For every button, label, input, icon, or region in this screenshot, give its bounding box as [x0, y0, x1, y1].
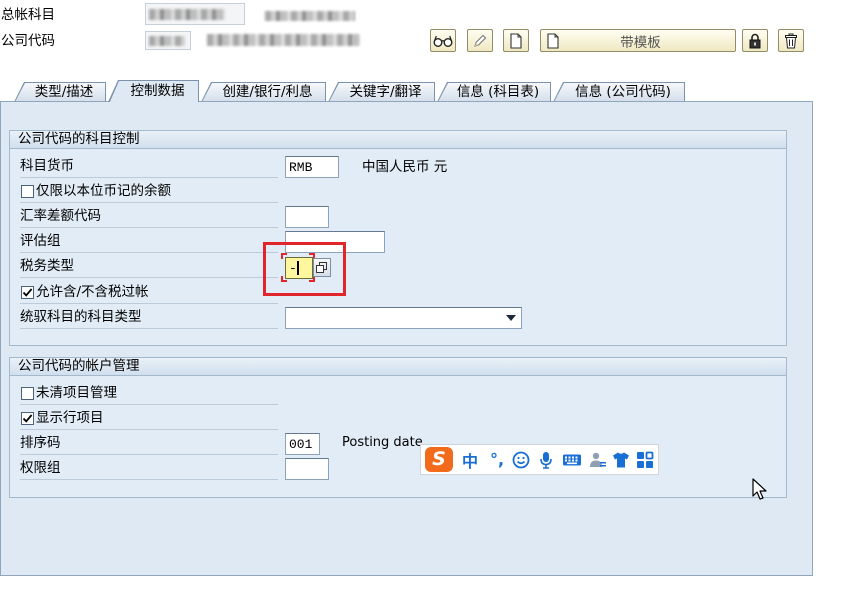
exchange-rate-diff-label: 汇率差额代码 [20, 206, 278, 228]
input-mode-label: 中 [461, 451, 478, 471]
mouse-cursor-icon [752, 478, 767, 500]
document-icon [547, 32, 559, 49]
delete-button[interactable] [778, 29, 804, 52]
tab-label: 信息 (公司代码) [575, 84, 671, 100]
account-button[interactable] [587, 445, 609, 474]
tax-category-label: 税务类型 [20, 256, 278, 278]
authorization-group-label: 权限组 [20, 458, 278, 480]
ime-toolbar: S 中 °, [420, 444, 659, 475]
grid-icon [637, 451, 654, 468]
highlight-annotation [263, 242, 346, 296]
sort-key-label: 排序码 [20, 433, 278, 455]
lock-button[interactable] [742, 29, 768, 52]
tab-info-company-code[interactable]: 信息 (公司代码) [553, 82, 685, 102]
recon-account-type-label: 统驭科目的科目类型 [20, 307, 278, 329]
chevron-down-icon [506, 315, 516, 321]
group-title: 公司代码的科目控制 [10, 131, 786, 149]
group-title: 公司代码的帐户管理 [10, 358, 786, 376]
skin-button[interactable] [610, 445, 632, 474]
trash-icon [785, 33, 797, 48]
line-item-display-label: 显示行项目 [36, 410, 104, 426]
company-code-field[interactable] [145, 31, 191, 50]
currency-input[interactable] [285, 156, 339, 178]
emoji-button[interactable] [510, 445, 532, 474]
currency-label: 科目货币 [20, 156, 278, 178]
authorization-group-input[interactable] [285, 458, 329, 480]
posting-without-tax-label: 允许含/不含税过帐 [36, 284, 149, 300]
local-currency-balances-row: 仅限以本位币记的余额 [20, 181, 278, 203]
punctuation-toggle[interactable]: °, [485, 445, 509, 474]
tab-label: 关键字/翻译 [349, 84, 422, 100]
shirt-icon [613, 452, 629, 467]
user-icon [590, 452, 606, 467]
gl-account-field[interactable] [145, 3, 245, 25]
tab-label: 信息 (科目表) [456, 84, 540, 100]
input-mode-toggle[interactable]: 中 [459, 445, 481, 474]
glasses-icon [433, 35, 453, 47]
tab-type-description[interactable]: 类型/描述 [14, 82, 106, 102]
sort-key-input[interactable] [285, 433, 320, 455]
punctuation-label: °, [489, 450, 505, 469]
currency-description: 中国人民币 元 [362, 159, 448, 175]
open-item-management-row: 未清项目管理 [20, 383, 278, 405]
keyboard-icon [563, 454, 581, 465]
with-template-button[interactable]: 带模板 [540, 29, 736, 52]
open-item-management-checkbox[interactable] [21, 387, 34, 400]
lock-icon [749, 33, 761, 48]
recon-account-type-select[interactable] [285, 307, 522, 329]
tab-info-chart-of-accounts[interactable]: 信息 (科目表) [437, 82, 551, 102]
edit-button[interactable] [467, 29, 493, 52]
redacted-value [149, 9, 225, 20]
create-button[interactable] [503, 29, 529, 52]
sort-key-description: Posting date [342, 435, 423, 450]
soft-keyboard-button[interactable] [560, 445, 584, 474]
account-management-group: 公司代码的帐户管理 未清项目管理 显示行项目 排序码 Posting date … [9, 357, 787, 498]
document-icon [510, 32, 522, 49]
valuation-group-label: 评估组 [20, 231, 278, 253]
gl-account-label: 总帐科目 [1, 7, 55, 23]
tab-keyword-translation[interactable]: 关键字/翻译 [328, 82, 435, 102]
local-currency-balances-checkbox[interactable] [21, 185, 34, 198]
redacted-value [265, 11, 355, 21]
microphone-icon [540, 451, 552, 469]
with-template-label: 带模板 [620, 34, 661, 51]
exchange-rate-diff-input[interactable] [285, 206, 329, 228]
redacted-value [149, 36, 185, 46]
display-change-button[interactable] [430, 29, 456, 52]
company-code-label: 公司代码 [1, 33, 55, 49]
posting-without-tax-checkbox[interactable] [21, 286, 34, 299]
line-item-display-row: 显示行项目 [20, 408, 278, 430]
pencil-icon [474, 34, 487, 47]
tab-label: 控制数据 [130, 83, 185, 99]
tab-create-bank-interest[interactable]: 创建/银行/利息 [201, 82, 326, 102]
voice-input-button[interactable] [536, 445, 556, 474]
tab-label: 创建/银行/利息 [222, 84, 313, 100]
tab-label: 类型/描述 [34, 84, 94, 100]
redacted-value [207, 34, 360, 46]
sogou-logo[interactable]: S [425, 447, 453, 472]
account-control-group: 公司代码的科目控制 科目货币 中国人民币 元 仅限以本位币记的余额 汇率差额代码… [9, 130, 787, 346]
line-item-display-checkbox[interactable] [21, 412, 34, 425]
tab-control-data[interactable]: 控制数据 [108, 80, 199, 104]
smiley-icon [512, 451, 530, 468]
open-item-management-label: 未清项目管理 [36, 385, 117, 401]
posting-without-tax-row: 允许含/不含税过帐 [20, 282, 278, 304]
toolbox-button[interactable] [634, 445, 656, 474]
local-currency-balances-label: 仅限以本位币记的余额 [36, 183, 171, 199]
tab-content-panel: 公司代码的科目控制 科目货币 中国人民币 元 仅限以本位币记的余额 汇率差额代码… [0, 101, 813, 576]
